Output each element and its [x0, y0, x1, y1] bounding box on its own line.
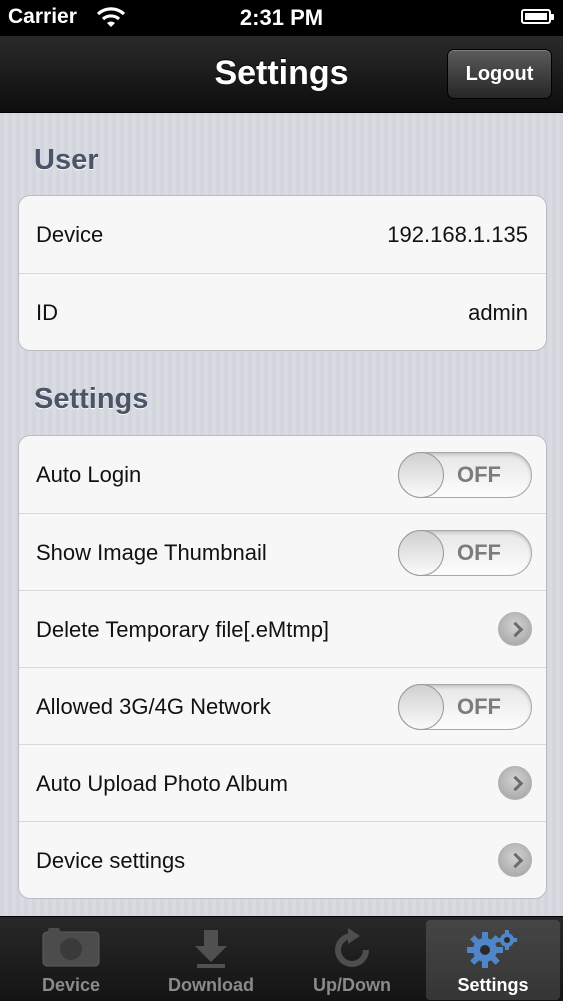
user-group: Device 192.168.1.135 ID admin: [18, 195, 547, 351]
section-title-user: User: [34, 144, 99, 176]
gears-icon: [465, 928, 521, 977]
device-row: Device 192.168.1.135: [19, 196, 546, 273]
navigation-bar: Settings Logout: [0, 36, 563, 113]
settings-content[interactable]: User Device 192.168.1.135 ID admin Setti…: [0, 113, 563, 916]
toggle-knob: [398, 684, 444, 730]
auto-upload-label: Auto Upload Photo Album: [36, 771, 288, 796]
disclosure-chevron-icon[interactable]: [498, 766, 532, 800]
status-time: 2:31 PM: [239, 5, 324, 30]
auto-login-toggle[interactable]: OFF: [398, 452, 532, 498]
toggle-state: OFF: [457, 694, 501, 719]
allowed-network-toggle[interactable]: OFF: [398, 684, 532, 730]
id-label: ID: [36, 300, 58, 325]
tab-label: Settings: [457, 975, 529, 995]
tab-label: Download: [168, 975, 254, 995]
allowed-network-label: Allowed 3G/4G Network: [36, 694, 271, 719]
tab-bar: Device Download Up/Down Settings: [0, 916, 563, 1001]
settings-group: Auto Login OFF Show Image Thumbnail OFF …: [18, 435, 547, 899]
download-arrow-icon: [191, 928, 231, 975]
section-title-settings: Settings: [34, 383, 149, 415]
show-thumbnail-toggle[interactable]: OFF: [398, 530, 532, 576]
device-label: Device: [36, 222, 104, 247]
toggle-knob: [398, 530, 444, 576]
disclosure-chevron-icon[interactable]: [498, 612, 532, 646]
auto-login-label: Auto Login: [36, 462, 142, 487]
device-settings-row[interactable]: Device settings: [19, 821, 546, 898]
battery-icon: [521, 9, 554, 24]
delete-temp-file-label: Delete Temporary file[.eMtmp]: [36, 617, 330, 642]
tab-label: Up/Down: [313, 975, 391, 995]
id-value: admin: [468, 300, 528, 325]
tab-settings[interactable]: Settings: [426, 920, 560, 1000]
device-settings-label: Device settings: [36, 848, 186, 873]
status-bar: Carrier 2:31 PM: [0, 0, 563, 36]
show-thumbnail-label: Show Image Thumbnail: [36, 540, 267, 565]
device-value: 192.168.1.135: [387, 222, 528, 247]
refresh-icon: [332, 928, 372, 975]
logout-button[interactable]: Logout: [447, 49, 552, 99]
show-thumbnail-row: Show Image Thumbnail OFF: [19, 513, 546, 590]
id-row: ID admin: [19, 273, 546, 350]
disclosure-chevron-icon[interactable]: [498, 843, 532, 877]
tab-device[interactable]: Device: [4, 920, 138, 1000]
toggle-knob: [398, 452, 444, 498]
allowed-network-row: Allowed 3G/4G Network OFF: [19, 667, 546, 744]
tab-download[interactable]: Download: [144, 920, 278, 1000]
delete-temp-file-row[interactable]: Delete Temporary file[.eMtmp]: [19, 590, 546, 667]
auto-upload-row[interactable]: Auto Upload Photo Album: [19, 744, 546, 821]
tab-label: Device: [41, 975, 101, 995]
tab-up-down[interactable]: Up/Down: [285, 920, 419, 1000]
toggle-state: OFF: [457, 462, 501, 487]
camera-icon: [42, 928, 100, 973]
toggle-state: OFF: [457, 540, 501, 565]
auto-login-row: Auto Login OFF: [19, 436, 546, 513]
